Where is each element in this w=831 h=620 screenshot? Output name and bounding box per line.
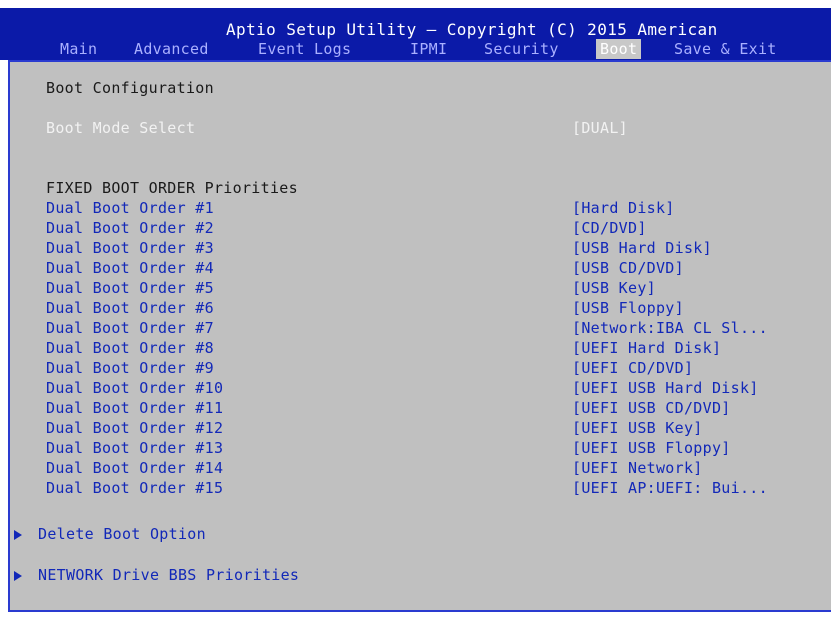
boot-mode-label[interactable]: Boot Mode Select	[46, 118, 195, 138]
boot-order-value[interactable]: [UEFI AP:UEFI: Bui...	[572, 478, 768, 498]
boot-order-value[interactable]: [Hard Disk]	[572, 198, 675, 218]
submenu-arrow-icon	[14, 529, 22, 540]
tab-main[interactable]: Main	[56, 39, 101, 59]
boot-order-value[interactable]: [USB Key]	[572, 278, 656, 298]
tab-save-exit[interactable]: Save & Exit	[670, 39, 781, 59]
bios-screen: Aptio Setup Utility – Copyright (C) 2015…	[0, 0, 831, 620]
boot-order-value[interactable]: [UEFI USB Key]	[572, 418, 703, 438]
submenu-label: Delete Boot Option	[38, 525, 206, 543]
delete-boot-option-submenu[interactable]: Delete Boot Option	[10, 524, 206, 544]
boot-order-value[interactable]: [UEFI CD/DVD]	[572, 358, 693, 378]
boot-panel: Boot Configuration Boot Mode Select [DUA…	[8, 60, 831, 612]
boot-order-label[interactable]: Dual Boot Order #3	[46, 238, 214, 258]
boot-mode-value[interactable]: [DUAL]	[572, 118, 628, 138]
submenu-label: NETWORK Drive BBS Priorities	[38, 566, 300, 584]
boot-order-label[interactable]: Dual Boot Order #11	[46, 398, 223, 418]
boot-order-label[interactable]: Dual Boot Order #2	[46, 218, 214, 238]
boot-order-label[interactable]: Dual Boot Order #13	[46, 438, 223, 458]
boot-order-label[interactable]: Dual Boot Order #14	[46, 458, 223, 478]
boot-order-label[interactable]: Dual Boot Order #15	[46, 478, 223, 498]
tab-advanced[interactable]: Advanced	[130, 39, 213, 59]
boot-order-value[interactable]: [USB Hard Disk]	[572, 238, 712, 258]
boot-order-value[interactable]: [UEFI USB CD/DVD]	[572, 398, 731, 418]
boot-order-value[interactable]: [UEFI Hard Disk]	[572, 338, 721, 358]
boot-order-label[interactable]: Dual Boot Order #10	[46, 378, 223, 398]
tab-security[interactable]: Security	[480, 39, 563, 59]
boot-order-label[interactable]: Dual Boot Order #4	[46, 258, 214, 278]
tab-event-logs[interactable]: Event Logs	[254, 39, 355, 59]
tab-boot[interactable]: Boot	[596, 39, 642, 59]
boot-order-label[interactable]: Dual Boot Order #1	[46, 198, 214, 218]
utility-title: Aptio Setup Utility – Copyright (C) 2015…	[226, 20, 718, 39]
submenu-arrow-icon	[14, 570, 22, 581]
boot-order-value[interactable]: [UEFI Network]	[572, 458, 703, 478]
boot-order-value[interactable]: [USB CD/DVD]	[572, 258, 684, 278]
boot-order-value[interactable]: [USB Floppy]	[572, 298, 684, 318]
network-drive-bbs-submenu[interactable]: NETWORK Drive BBS Priorities	[10, 565, 299, 585]
boot-order-value[interactable]: [UEFI USB Floppy]	[572, 438, 731, 458]
boot-order-value[interactable]: [CD/DVD]	[572, 218, 647, 238]
boot-order-label[interactable]: Dual Boot Order #12	[46, 418, 223, 438]
boot-order-value[interactable]: [UEFI USB Hard Disk]	[572, 378, 759, 398]
header-bar: Aptio Setup Utility – Copyright (C) 2015…	[0, 8, 831, 60]
boot-order-label[interactable]: Dual Boot Order #6	[46, 298, 214, 318]
tab-ipmi[interactable]: IPMI	[406, 39, 451, 59]
boot-order-label[interactable]: Dual Boot Order #5	[46, 278, 214, 298]
tab-bar: Main Advanced Event Logs IPMI Security B…	[0, 38, 831, 59]
boot-order-label[interactable]: Dual Boot Order #9	[46, 358, 214, 378]
boot-order-label[interactable]: Dual Boot Order #8	[46, 338, 214, 358]
fixed-boot-order-title: FIXED BOOT ORDER Priorities	[46, 179, 298, 197]
boot-order-value[interactable]: [Network:IBA CL Sl...	[572, 318, 768, 338]
section-title: Boot Configuration	[46, 79, 214, 97]
boot-order-label[interactable]: Dual Boot Order #7	[46, 318, 214, 338]
